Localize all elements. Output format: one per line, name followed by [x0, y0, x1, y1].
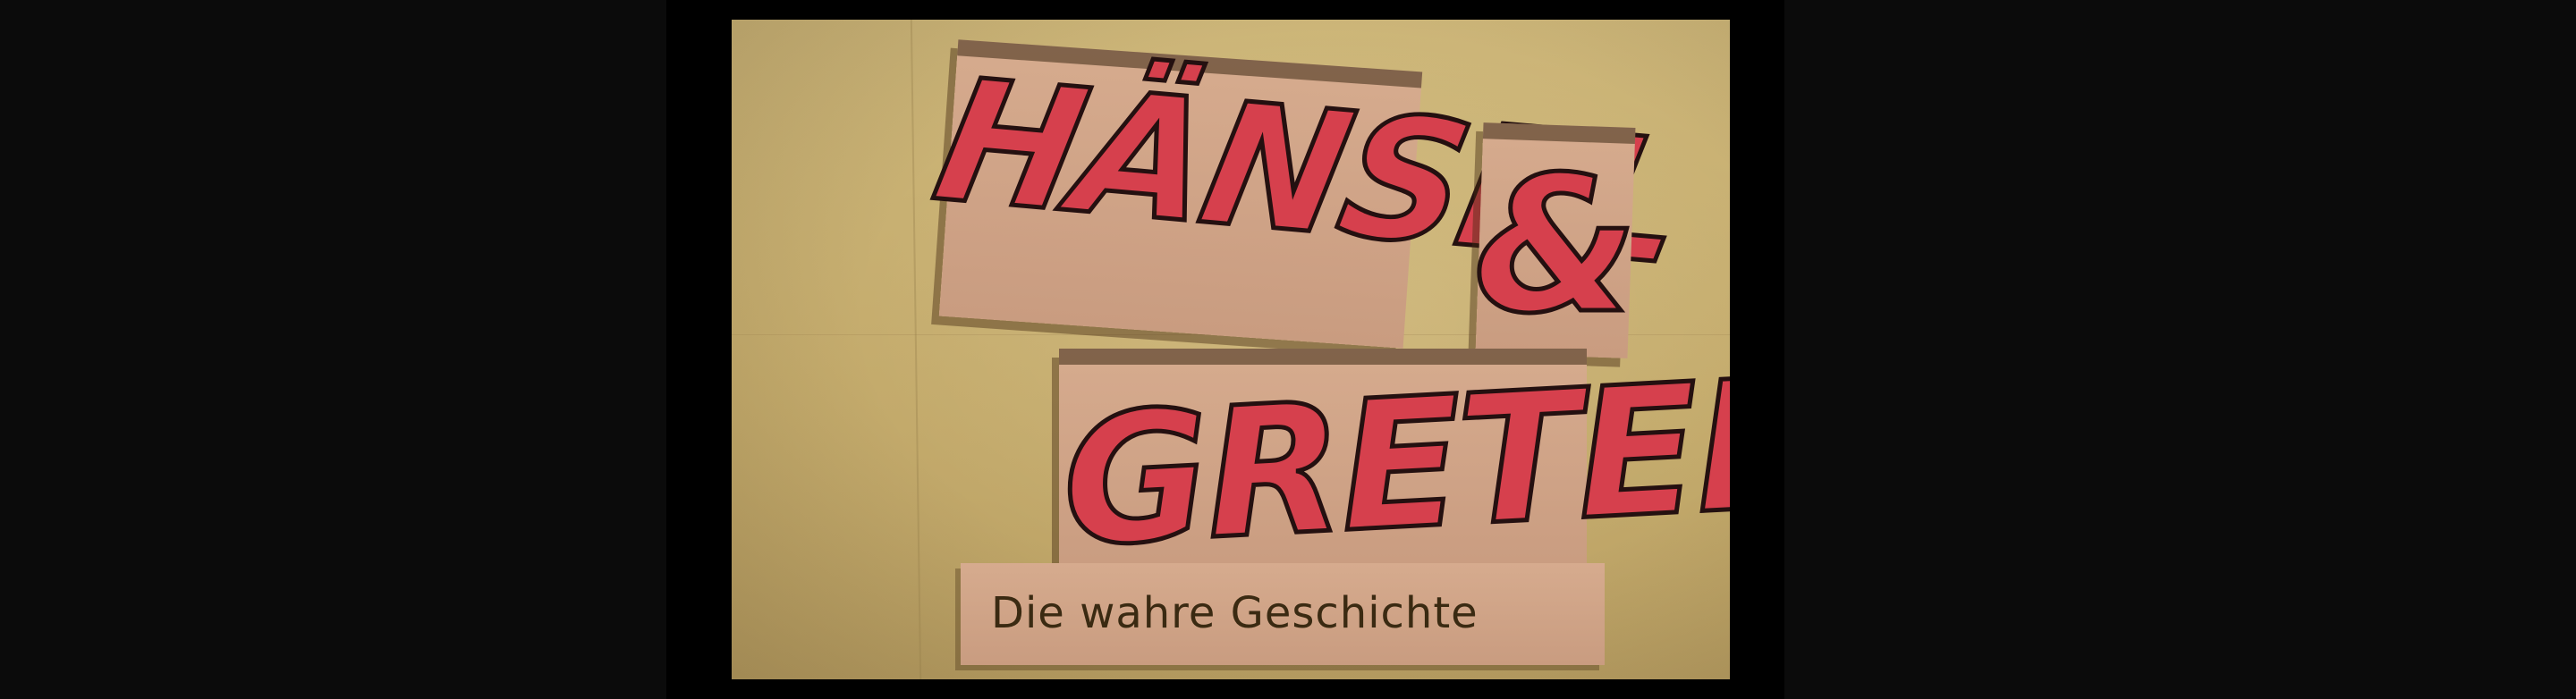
subtitle-text: Die wahre Geschichte	[991, 588, 1479, 638]
left-dark-area	[0, 0, 680, 699]
title-photo: HÄNSEL & GRETEL Die wahre Geschichte	[732, 20, 1730, 679]
title-word-gretel: GRETEL	[1055, 338, 1730, 589]
right-dark-area	[1767, 0, 2576, 699]
title-ampersand: &	[1471, 134, 1640, 358]
